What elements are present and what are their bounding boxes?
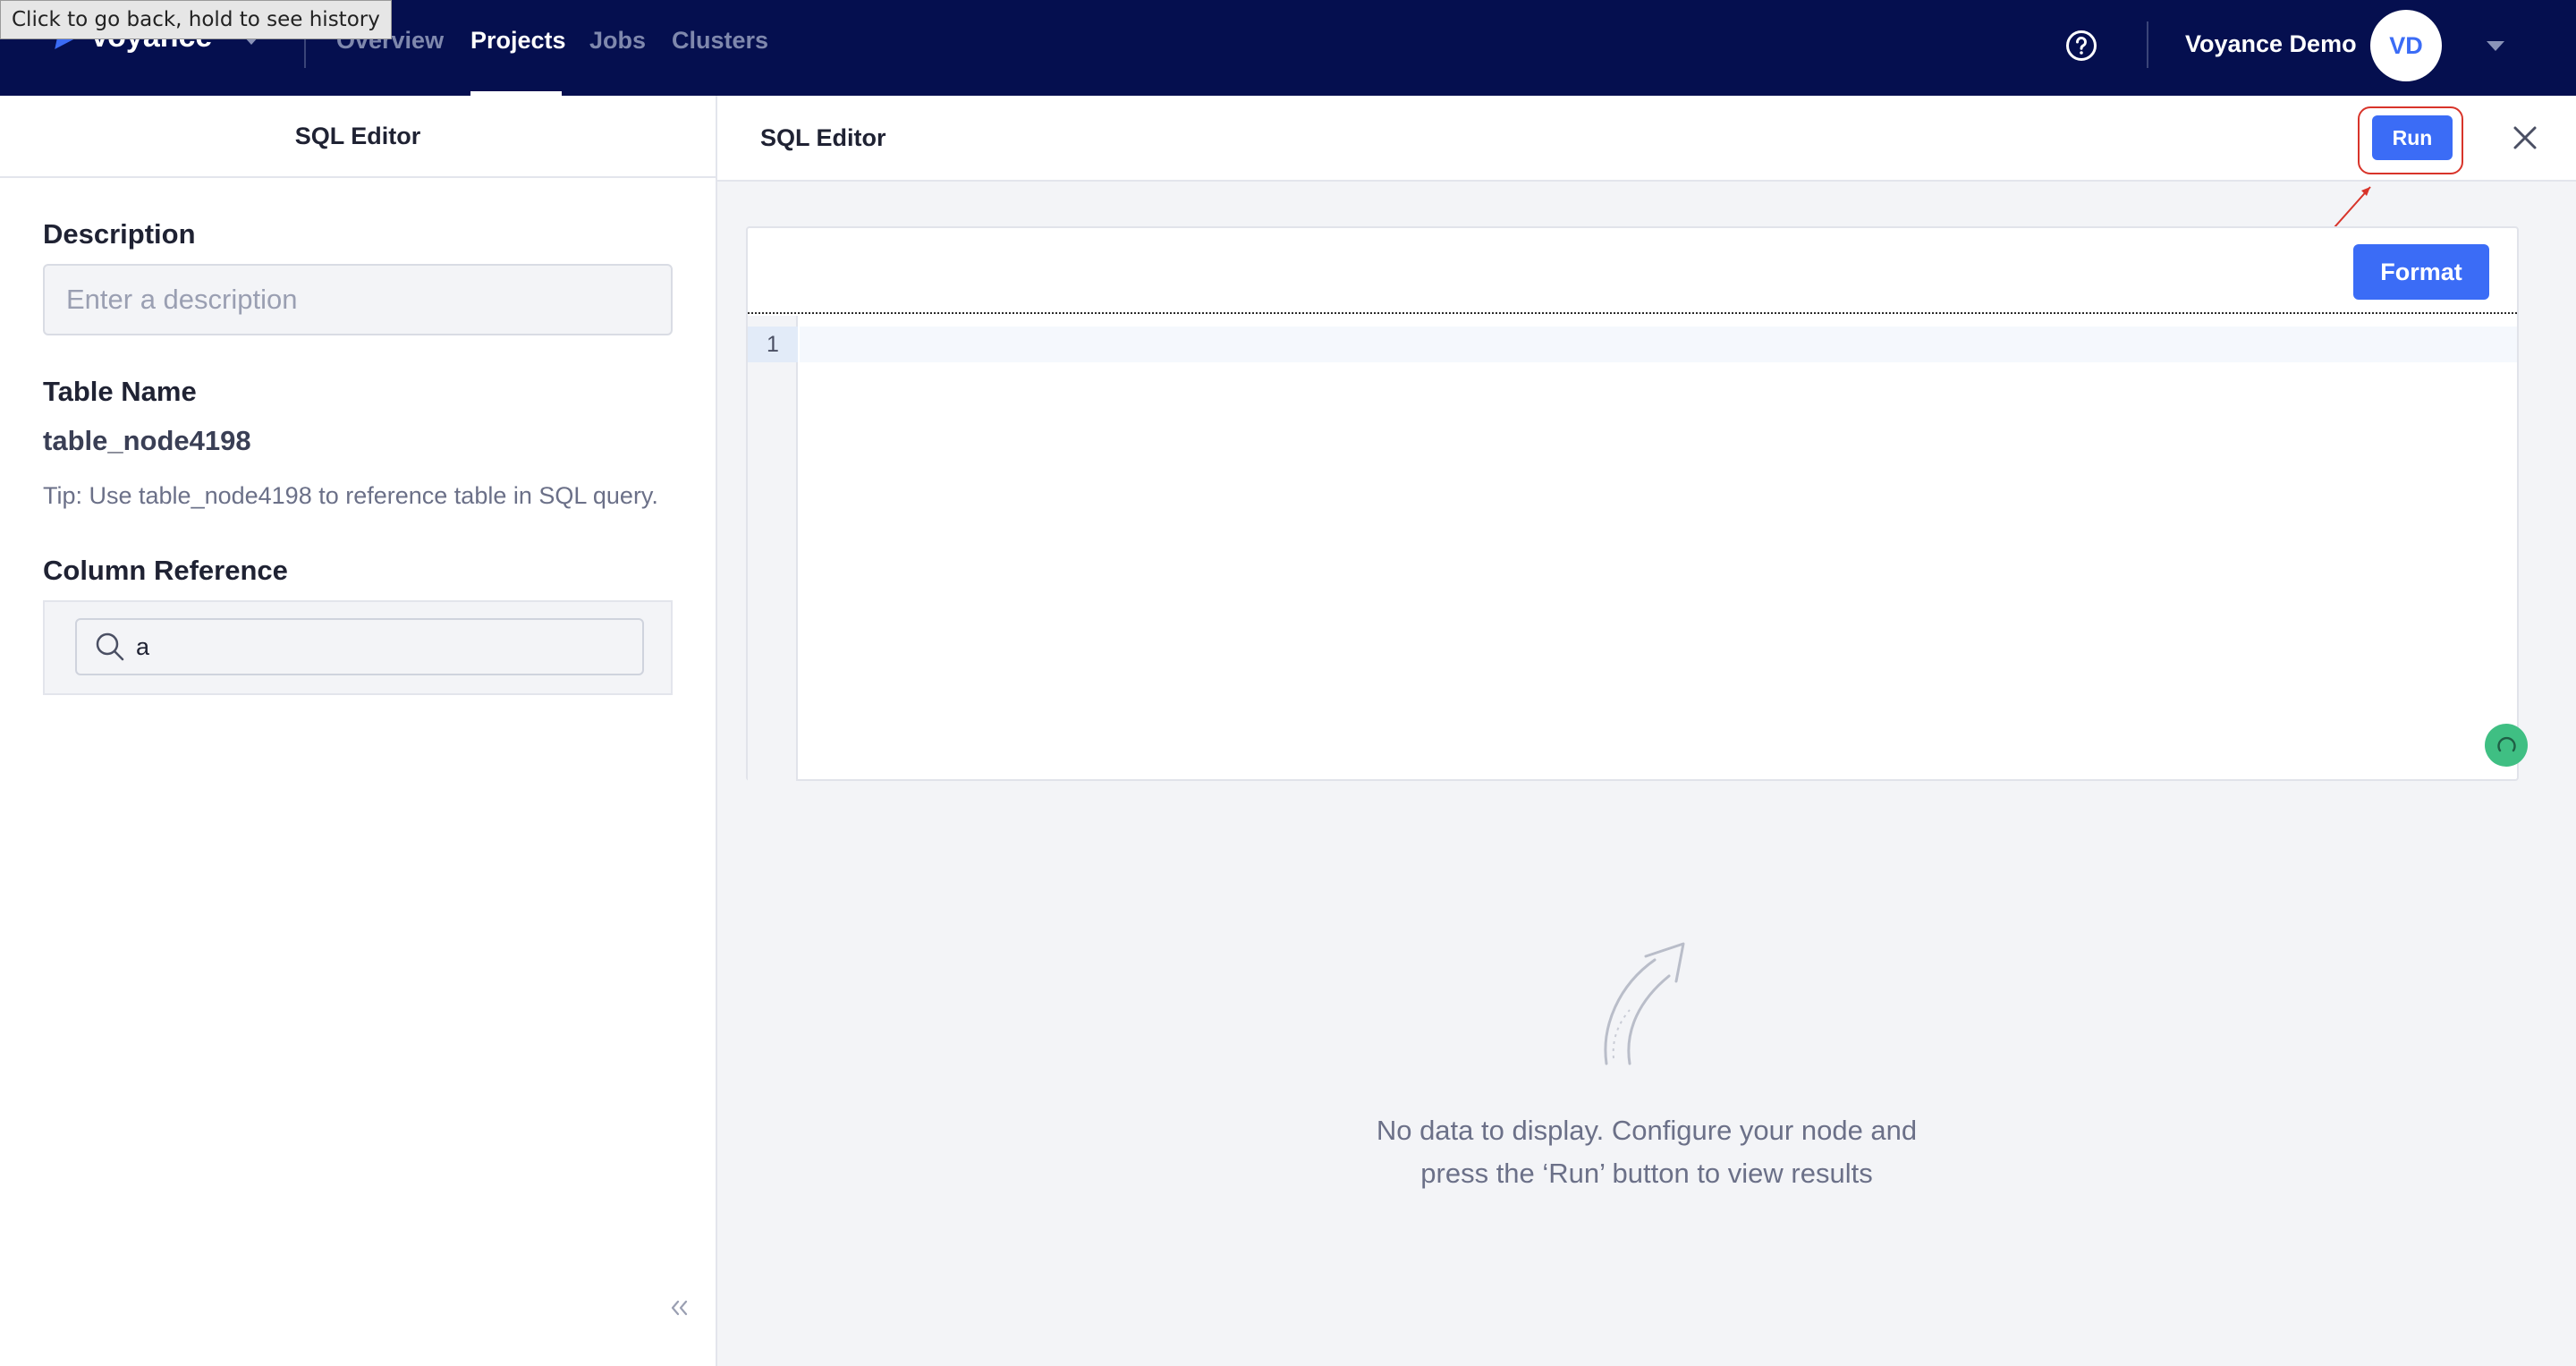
right-panel: SQL Editor Run Format 1 No data to displ… [717, 96, 2576, 1366]
column-reference-panel [43, 600, 673, 695]
table-name-value: table_node4198 [43, 425, 251, 456]
line-number-gutter: 1 [748, 316, 798, 781]
code-input-area[interactable] [800, 327, 2517, 362]
search-icon [96, 632, 124, 661]
top-navigation-bar: Click to go back, hold to see history Vo… [0, 0, 2576, 96]
empty-state-line-2: press the ‘Run’ button to view results [1420, 1158, 1873, 1189]
left-panel: SQL Editor Description Table Name table_… [0, 96, 717, 1366]
loading-status-icon [2485, 724, 2528, 767]
user-name[interactable]: Voyance Demo [2185, 30, 2357, 58]
column-reference-label: Column Reference [43, 555, 288, 586]
empty-state-line-1: No data to display. Configure your node … [1376, 1115, 1918, 1146]
back-button-tooltip: Click to go back, hold to see history [0, 0, 392, 39]
avatar[interactable]: VD [2370, 10, 2442, 81]
nav-link-projects[interactable]: Projects [470, 27, 566, 55]
description-input[interactable] [43, 264, 673, 335]
spinner-icon [2497, 736, 2516, 752]
left-panel-title: SQL Editor [0, 96, 716, 178]
nav-divider [2147, 21, 2148, 68]
column-search-field[interactable] [75, 618, 644, 675]
description-label: Description [43, 218, 196, 250]
user-menu-chevron-down-icon[interactable] [2487, 41, 2504, 51]
table-reference-tip: Tip: Use table_node4198 to reference tab… [43, 482, 658, 509]
nav-link-clusters[interactable]: Clusters [672, 27, 768, 55]
close-icon[interactable] [2510, 123, 2540, 153]
column-search-input[interactable] [136, 632, 619, 661]
collapse-panel-icon[interactable] [665, 1294, 692, 1321]
empty-state-message: No data to display. Configure your node … [719, 1109, 2574, 1195]
sql-editor: Format 1 [746, 226, 2528, 781]
empty-state-arrow-icon [1604, 942, 1685, 1065]
help-icon[interactable] [2065, 30, 2097, 62]
editor-title: SQL Editor [760, 124, 886, 151]
editor-toolbar: Format [748, 228, 2517, 314]
line-number: 1 [748, 327, 798, 362]
format-button[interactable]: Format [2353, 244, 2489, 300]
table-name-label: Table Name [43, 376, 197, 407]
nav-link-jobs[interactable]: Jobs [589, 27, 646, 55]
